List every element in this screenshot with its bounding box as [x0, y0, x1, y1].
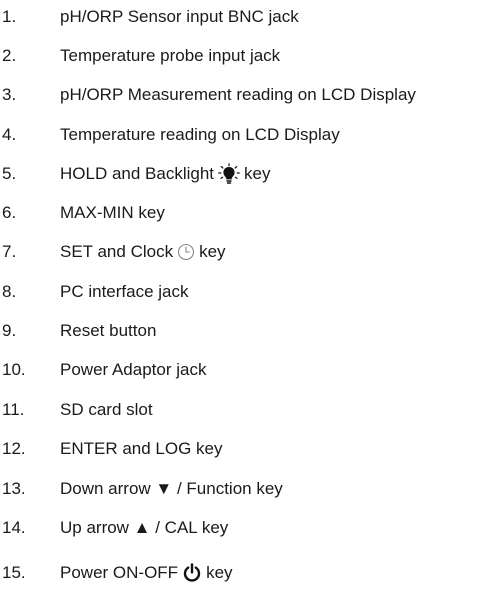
item-text: SET and Clock	[60, 242, 174, 261]
item-text: ENTER and LOG key	[60, 439, 223, 458]
item-text: Down arrow ▼ / Function key	[60, 479, 283, 498]
list-item: 2. Temperature probe input jack	[0, 43, 280, 69]
item-number: 1.	[2, 7, 17, 26]
legend-list: 1. pH/ORP Sensor input BNC jack 2. Tempe…	[0, 0, 503, 607]
item-number: 2.	[2, 46, 17, 65]
item-text: Temperature probe input jack	[60, 46, 281, 65]
item-text: SD card slot	[60, 400, 153, 419]
item-text: PC interface jack	[60, 282, 189, 301]
list-item: 4. Temperature reading on LCD Display	[0, 122, 340, 148]
item-text: Up arrow ▲ / CAL key	[60, 518, 229, 537]
list-item: 11. SD card slot	[0, 397, 153, 423]
item-number: 6.	[2, 203, 17, 222]
item-number: 14.	[2, 518, 26, 537]
list-item: 6. MAX-MIN key	[0, 200, 165, 226]
item-number: 13.	[2, 479, 26, 498]
list-item: 14. Up arrow ▲ / CAL key	[0, 515, 228, 541]
item-number: 7.	[2, 242, 17, 261]
item-text: MAX-MIN key	[60, 203, 165, 222]
item-number: 10.	[2, 360, 26, 379]
list-item: 7. SET and Clock key	[0, 239, 226, 265]
list-item: 12. ENTER and LOG key	[0, 436, 223, 462]
list-item: 3. pH/ORP Measurement reading on LCD Dis…	[0, 82, 416, 108]
item-number: 8.	[2, 282, 17, 301]
item-text-suffix: key	[199, 242, 226, 261]
item-number: 9.	[2, 321, 17, 340]
list-item: 9. Reset button	[0, 318, 156, 344]
item-text: Power Adaptor jack	[60, 360, 207, 379]
list-item: 13. Down arrow ▼ / Function key	[0, 476, 283, 502]
item-text-suffix: key	[206, 563, 233, 582]
list-item: 5. HOLD and Backlight key	[0, 161, 271, 187]
item-text: HOLD and Backlight	[60, 164, 215, 183]
list-item: 1. pH/ORP Sensor input BNC jack	[0, 4, 299, 30]
item-number: 3.	[2, 85, 17, 104]
item-number: 15.	[2, 563, 26, 582]
list-item: 15. Power ON-OFF key	[0, 560, 233, 586]
item-text-suffix: key	[244, 164, 271, 183]
item-text: pH/ORP Sensor input BNC jack	[60, 7, 299, 26]
item-text: pH/ORP Measurement reading on LCD Displa…	[60, 85, 416, 104]
list-item: 10. Power Adaptor jack	[0, 357, 206, 383]
item-number: 12.	[2, 439, 26, 458]
clock-icon	[177, 243, 195, 261]
item-text: Temperature reading on LCD Display	[60, 125, 340, 144]
item-text: Reset button	[60, 321, 157, 340]
item-number: 4.	[2, 125, 17, 144]
item-number: 11.	[2, 400, 25, 419]
item-number: 5.	[2, 164, 17, 183]
lightbulb-icon	[218, 163, 240, 185]
list-item: 8. PC interface jack	[0, 279, 189, 305]
power-icon	[182, 563, 202, 583]
item-text: Power ON-OFF	[60, 563, 179, 582]
